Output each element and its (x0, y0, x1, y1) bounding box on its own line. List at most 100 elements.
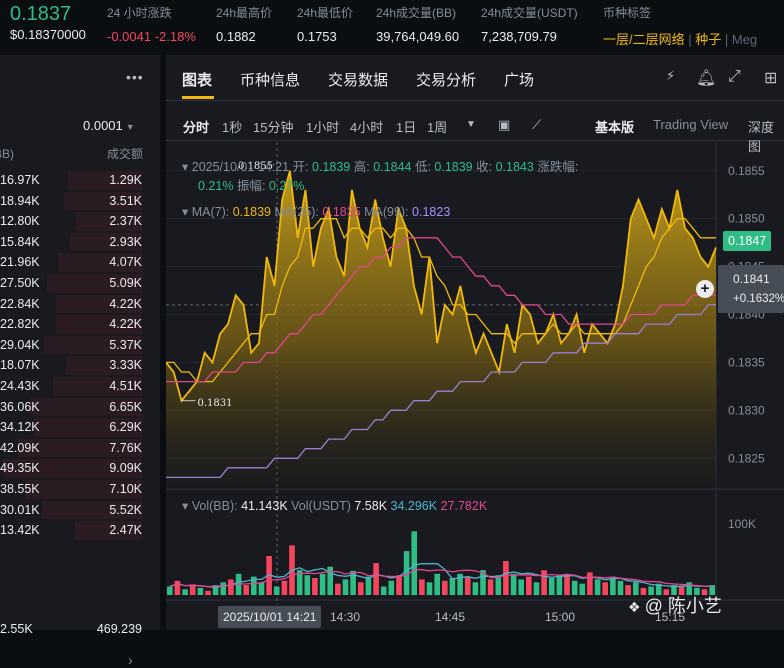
volume-bar (358, 582, 364, 596)
volume-bar (273, 586, 280, 595)
trade-qty: 38.55K (0, 481, 40, 496)
trade-qty: 18.94K (0, 193, 40, 208)
volume-bar (396, 575, 402, 595)
ma99-label: MA(99): (364, 205, 409, 219)
trade-row: 30.01K 5.52K (0, 500, 160, 521)
volume-bar (220, 582, 227, 596)
stat-tags: 币种标签 一层/二层网络 | 种子 | Meg (603, 4, 757, 48)
low-annotation: 0.1831 (197, 398, 232, 409)
volume-bar (434, 573, 440, 596)
volume-bar (258, 582, 265, 596)
ma-legend: ▾ MA(7): 0.1839 MA(25): 0.1835 MA(99): 0… (182, 204, 450, 219)
volume-bar (526, 576, 532, 595)
price-tick-label: 0.1850 (728, 212, 765, 226)
trade-amount: 2.37K (109, 214, 142, 229)
vol-usdt-value: 7.58K (354, 499, 388, 513)
trade-amount: 2.47K (109, 523, 142, 538)
volume-bar (442, 580, 448, 595)
volume-bar (510, 573, 517, 596)
chevron-right-icon[interactable]: › (128, 652, 133, 668)
stat-label: 币种标签 (603, 6, 652, 20)
add-alert-button[interactable]: + (696, 280, 714, 298)
open-value: 0.1839 (312, 160, 351, 174)
ticker-header: 0.1837 $0.18370000 24 小时涨跌 -0.0041 -2.18… (0, 0, 784, 52)
trade-row: 18.94K 3.51K (0, 191, 160, 212)
stat-24h-high: 24h最高价 0.1882 (216, 4, 272, 44)
stat-value: 0.1882 (216, 29, 256, 44)
stat-24h-volume-usdt: 24h成交量(USDT) 7,238,709.79 (481, 4, 578, 44)
volume-bar (419, 579, 425, 595)
vol-usdt-label: Vol(USDT) (291, 499, 351, 513)
trade-amount: 4.51K (109, 378, 142, 393)
ma25-label: MA(25): (274, 205, 319, 219)
trade-qty: 30.01K (0, 502, 40, 517)
more-icon[interactable]: ••• (126, 69, 144, 85)
trade-amount: 5.52K (109, 502, 142, 517)
price-tick-label: 0.1835 (728, 355, 765, 369)
volume-bar (594, 579, 601, 595)
volume-bar (373, 563, 379, 595)
trade-row: 34.12K 6.29K (0, 417, 160, 438)
price-chart[interactable]: 0.18550.1831 0.18550.18500.18450.18400.1… (166, 55, 784, 630)
trade-row: 12.80K 2.37K (0, 211, 160, 232)
stat-label: 24h成交量(BB) (376, 6, 457, 20)
trade-qty: 24.43K (0, 378, 40, 393)
watermark: ❖ @ 陈小艺 (628, 592, 722, 618)
ma7-value: 0.1839 (232, 205, 271, 219)
trade-qty: 13.42K (0, 523, 40, 538)
stat-label: 24 小时涨跌 (107, 6, 172, 20)
trade-row: 22.84K 4.22K (0, 294, 160, 315)
trade-row: 36.06K 6.65K (0, 397, 160, 418)
tag-link[interactable]: 一层/二层网络 (603, 32, 685, 47)
trade-row: 24.43K 4.51K (0, 376, 160, 397)
trade-qty: 42.09K (0, 440, 40, 455)
time-tick-label: 14:30 (330, 610, 360, 624)
stat-value: 7,238,709.79 (481, 29, 557, 44)
trade-amount: 5.37K (109, 337, 142, 352)
trade-amount: 1.29K (109, 173, 142, 187)
trade-row: 15.84K 2.93K (0, 232, 160, 253)
trade-qty: 16.97K (0, 173, 40, 187)
volume-bar (281, 580, 288, 595)
trade-row: 38.55K 7.10K (0, 479, 160, 500)
trade-row: 27.50K 5.09K (0, 273, 160, 294)
collapse-icon[interactable]: ▾ (182, 205, 192, 219)
stat-24h-low: 24h最低价 0.1753 (297, 4, 353, 44)
stat-24h-volume-bb: 24h成交量(BB) 39,764,049.60 (376, 4, 459, 44)
volume-bar (503, 561, 509, 595)
last-price-usd: $0.18370000 (10, 27, 86, 42)
crosshair-price-box[interactable]: 0.1841 +0.1632% (718, 265, 784, 313)
volume-tick-label: 100K (728, 517, 756, 531)
watermark-text: @ 陈小艺 (644, 596, 722, 616)
collapse-icon[interactable]: ▾ (182, 499, 192, 513)
trade-row: 21.96K 4.07K (0, 252, 160, 273)
tag-link[interactable]: Meg (732, 32, 757, 47)
volume-legend: ▾ Vol(BB): 41.143K Vol(USDT) 7.58K 34.29… (182, 498, 487, 513)
trade-row: 13.42K 2.47K (0, 520, 160, 541)
trade-amount: 3.51K (109, 193, 142, 208)
precision-select[interactable]: 0.0001 ▼ (83, 118, 135, 133)
amp-value: 0.27% (268, 179, 305, 193)
trade-rows: 16.97K 1.29K 18.94K 3.51K 12.80K 2.37K 15.84K 2… (0, 170, 160, 541)
open-label: 开: (292, 160, 309, 174)
volume-bar (617, 580, 624, 595)
volume-bar (571, 580, 578, 595)
volume-bar (342, 579, 349, 595)
stat-label: 24h最低价 (297, 6, 354, 20)
crosshair-pct: +0.1632% (733, 293, 784, 305)
volume-bar (495, 575, 502, 595)
trade-row: 29.04K 5.37K (0, 335, 160, 356)
collapse-icon[interactable]: ▾ (182, 160, 192, 174)
price-axis: 0.18550.18500.18450.18400.18350.18300.18… (728, 164, 765, 531)
volume-bar (449, 578, 456, 595)
crosshair-price: 0.1841 (733, 272, 770, 286)
price-tick-label: 0.1830 (728, 403, 765, 417)
tag-link[interactable]: 种子 (695, 32, 721, 47)
volume-bar (518, 579, 524, 595)
chevron-down-icon: ▼ (125, 122, 135, 132)
volume-bar (304, 575, 311, 595)
trade-qty: 21.96K (0, 255, 40, 270)
time-tick-label: 15:00 (545, 610, 575, 624)
change-value: 0.21% (198, 179, 234, 193)
trade-qty: 2.55K (0, 622, 33, 636)
